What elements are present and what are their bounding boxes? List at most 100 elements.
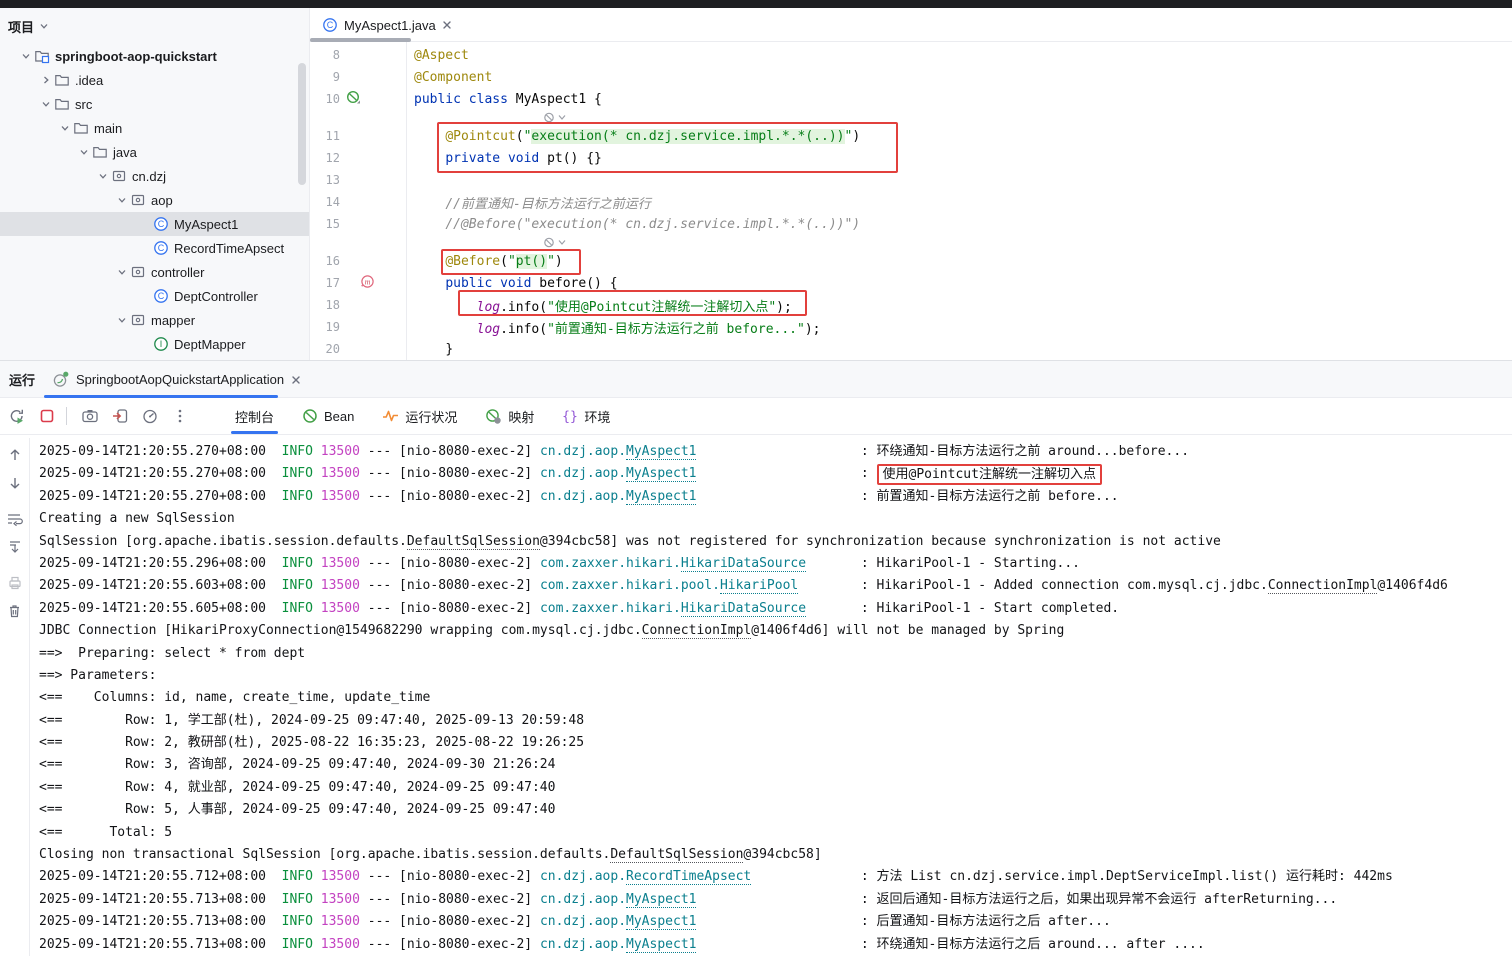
chevron-down-icon[interactable] — [114, 266, 130, 278]
log-text — [313, 556, 321, 571]
log-text: cn.dzj.aop. — [540, 914, 626, 929]
code-token: class — [469, 92, 508, 107]
tree-item-label: MyAspect1 — [174, 217, 238, 232]
tree-item-mapper[interactable]: mapper — [0, 308, 309, 332]
logger-link[interactable]: MyAspect1 — [626, 466, 696, 482]
chevron-down-icon[interactable] — [57, 122, 73, 134]
console-output[interactable]: 2025-09-14T21:20:55.270+08:00 INFO 13500… — [31, 438, 1512, 956]
chevron-right-icon[interactable] — [38, 74, 54, 86]
up-icon — [7, 447, 23, 463]
clear-all-button[interactable] — [4, 600, 26, 622]
log-text: --- [nio-8080-exec-2] — [360, 444, 540, 459]
print-button[interactable] — [4, 572, 26, 594]
console-log-line: 2025-09-14T21:20:55.270+08:00 INFO 13500… — [39, 463, 1512, 485]
gauge-button[interactable] — [137, 403, 163, 429]
project-panel-header[interactable]: 项目 — [8, 14, 50, 38]
log-text: --- [nio-8080-exec-2] — [360, 601, 540, 616]
editor-inlay-hint[interactable] — [310, 235, 1512, 250]
logger-link[interactable]: MyAspect1 — [626, 489, 696, 505]
project-icon — [34, 48, 50, 64]
tree-item-project-root[interactable]: springboot-aop-quickstart — [0, 44, 309, 68]
log-text: cn.dzj.aop. — [540, 466, 626, 481]
logger-link[interactable]: HikariDataSource — [681, 601, 806, 617]
logger-link[interactable]: HikariDataSource — [681, 556, 806, 572]
logger-link[interactable]: MyAspect1 — [626, 914, 696, 930]
spring-bean-gutter-icon[interactable] — [346, 90, 361, 109]
tab-mappings[interactable]: 映射 — [471, 398, 548, 434]
code-token — [500, 151, 508, 166]
logger-link[interactable]: MyAspect1 — [626, 892, 696, 908]
console-log-line: <== Row: 5, 人事部, 2024-09-25 09:47:40, 20… — [39, 799, 1512, 821]
tree-item-deptcontroller[interactable]: CDeptController — [0, 284, 309, 308]
attach-button[interactable] — [107, 403, 133, 429]
tree-item-deptmapper[interactable]: IDeptMapper — [0, 332, 309, 356]
log-text: 2025-09-14T21:20:55.713+08:00 — [39, 937, 282, 952]
soft-wrap-button[interactable] — [4, 508, 26, 530]
tab-environment[interactable]: {}环境 — [548, 398, 624, 434]
code-token: //前置通知-目标方法运行之前运行 — [445, 197, 650, 212]
close-icon[interactable] — [291, 375, 301, 385]
stop-button[interactable] — [34, 403, 60, 429]
logger-link[interactable]: MyAspect1 — [626, 444, 696, 460]
tree-item-main[interactable]: main — [0, 116, 309, 140]
code-token — [492, 276, 500, 291]
thread-dump-button[interactable] — [77, 403, 103, 429]
log-text: 13500 — [321, 914, 360, 929]
folder-icon — [54, 96, 70, 112]
tree-item-label: src — [75, 97, 92, 112]
tree-item-idea[interactable]: .idea — [0, 68, 309, 92]
next-occurrence-button[interactable] — [4, 472, 26, 494]
editor-gutter — [310, 110, 406, 125]
code-token: log — [477, 300, 500, 315]
code-token: "使用@Pointcut注解统一注解切入点" — [547, 300, 776, 315]
tree-item-controller[interactable]: controller — [0, 260, 309, 284]
run-toolbar: 控制台 Bean运行状况映射{}环境 — [0, 398, 1512, 435]
logger-link[interactable]: HikariPool — [720, 578, 798, 594]
tree-item-cn-dzj[interactable]: cn.dzj — [0, 164, 309, 188]
chevron-down-icon[interactable] — [95, 170, 111, 182]
editor-gutter — [310, 235, 406, 250]
down-icon — [7, 475, 23, 491]
object-link[interactable]: ConnectionImpl — [642, 623, 752, 639]
rerun-button[interactable] — [4, 403, 30, 429]
tab-health[interactable]: 运行状况 — [368, 398, 471, 434]
tree-item-aop[interactable]: aop — [0, 188, 309, 212]
object-link[interactable]: DefaultSqlSession — [610, 847, 743, 863]
editor-gutter: 12 — [310, 147, 406, 169]
object-link[interactable]: DefaultSqlSession — [407, 534, 540, 550]
object-link[interactable]: ConnectionImpl — [1268, 578, 1378, 594]
scroll-to-end-button[interactable] — [4, 536, 26, 558]
line-number: 9 — [310, 70, 340, 84]
tab-label: 控制台 — [235, 407, 274, 426]
chevron-down-icon[interactable] — [76, 146, 92, 158]
console-log-line: 2025-09-14T21:20:55.270+08:00 INFO 13500… — [39, 486, 1512, 508]
tab-bean[interactable]: Bean — [288, 398, 368, 434]
tree-item-java[interactable]: java — [0, 140, 309, 164]
tree-item-label: DeptMapper — [174, 337, 246, 352]
run-toolbar-buttons — [0, 403, 193, 429]
editor-inlay-hint[interactable] — [310, 110, 1512, 125]
logger-link[interactable]: MyAspect1 — [626, 937, 696, 953]
close-icon[interactable] — [442, 20, 452, 30]
tree-item-myaspect1[interactable]: CMyAspect1 — [0, 212, 309, 236]
chevron-down-icon[interactable] — [18, 50, 34, 62]
prev-occurrence-button[interactable] — [4, 444, 26, 466]
editor-tab-myaspect1[interactable]: C MyAspect1.java — [316, 8, 462, 42]
more-options-button[interactable] — [167, 403, 193, 429]
tab-underline — [231, 431, 278, 434]
chevron-down-icon[interactable] — [114, 314, 130, 326]
tree-item-src[interactable]: src — [0, 92, 309, 116]
chevron-down-icon[interactable] — [38, 98, 54, 110]
code-token: " — [547, 254, 555, 269]
code-editor[interactable]: 8@Aspect9@Component10public class MyAspe… — [310, 42, 1512, 360]
chevron-down-icon[interactable] — [114, 194, 130, 206]
logger-link[interactable]: RecordTimeApsect — [626, 869, 751, 885]
console-log-line: 2025-09-14T21:20:55.270+08:00 INFO 13500… — [39, 441, 1512, 463]
aop-advice-gutter-icon[interactable]: m — [360, 274, 375, 293]
run-config-tab[interactable]: SpringbootAopQuickstartApplication — [44, 361, 309, 398]
tab-console[interactable]: 控制台 — [221, 398, 288, 434]
code-token — [414, 197, 445, 212]
svg-text:C: C — [158, 243, 165, 253]
tree-item-recordtimeapsect[interactable]: CRecordTimeApsect — [0, 236, 309, 260]
tree-scrollbar-thumb[interactable] — [298, 63, 306, 185]
